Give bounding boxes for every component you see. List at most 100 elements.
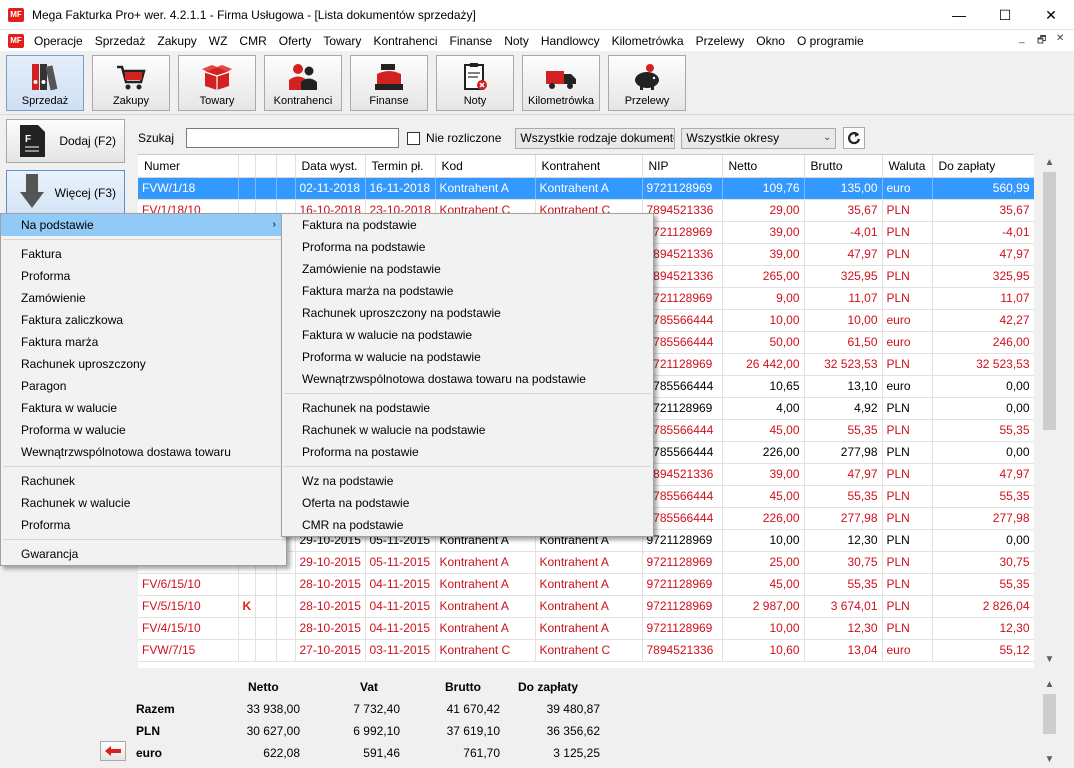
toolbar-towary-button[interactable]: Towary — [178, 55, 256, 111]
menu-towary[interactable]: Towary — [317, 34, 367, 48]
toolbar-noty-button[interactable]: Noty — [436, 55, 514, 111]
menu-item[interactable]: Wewnątrzwspólnotowa dostawa towaru — [1, 441, 286, 463]
menu-item[interactable]: Na podstawie › — [1, 214, 286, 236]
document-type-select[interactable]: Wszystkie rodzaje dokumentó ⌄ — [515, 127, 676, 149]
menu-operacje[interactable]: Operacje — [28, 34, 89, 48]
period-select[interactable]: Wszystkie okresy ⌄ — [681, 127, 837, 149]
menu-item[interactable]: Wewnątrzwspólnotowa dostawa towaru na po… — [282, 368, 653, 390]
toolbar-przelewy-button[interactable]: Przelewy — [608, 55, 686, 111]
menu-item[interactable]: Wz na podstawie — [282, 470, 653, 492]
cell-brutto: 55,35 — [804, 419, 883, 442]
table-row[interactable]: FV/6/15/10 28-10-2015 04-11-2015 Kontrahent… — [138, 573, 1034, 596]
mdi-minimize-button[interactable]: _ — [1019, 33, 1025, 44]
add-document-button[interactable]: F Dodaj (F2) — [6, 119, 125, 163]
scroll-up-icon[interactable]: ▲ — [1041, 676, 1058, 693]
scroll-thumb[interactable] — [1043, 694, 1056, 734]
table-row[interactable]: FV/4/15/10 28-10-2015 04-11-2015 Kontrahent… — [138, 617, 1034, 640]
scroll-up-icon[interactable]: ▲ — [1041, 154, 1058, 171]
menu-item[interactable]: Faktura — [1, 243, 286, 265]
menu-item[interactable]: Rachunek na podstawie — [282, 397, 653, 419]
menu-wz[interactable]: WZ — [203, 34, 234, 48]
menu-kilometrówka[interactable]: Kilometrówka — [606, 34, 690, 48]
back-button[interactable] — [100, 741, 126, 761]
cell-flag — [238, 177, 256, 200]
table-row[interactable]: FVW/7/15 27-10-2015 03-11-2015 Kontrahent C… — [138, 639, 1034, 662]
menu-item[interactable]: Paragon — [1, 375, 286, 397]
toolbar-sprzedaz-button[interactable]: Sprzedaż — [6, 55, 84, 111]
menu-item[interactable]: Proforma na postawie — [282, 441, 653, 463]
menu-przelewy[interactable]: Przelewy — [690, 34, 751, 48]
column-header[interactable]: Kod — [435, 155, 536, 178]
maximize-button[interactable]: ☐ — [982, 0, 1028, 30]
table-row[interactable]: FVW/1/18 02-11-2018 16-11-2018 Kontrahent A… — [138, 177, 1034, 200]
menu-item[interactable]: Rachunek uproszczony na podstawie — [282, 302, 653, 324]
mdi-restore-button[interactable]: 🗗 — [1037, 33, 1046, 50]
column-header[interactable]: Brutto — [804, 155, 883, 178]
menu-item[interactable]: Faktura marża — [1, 331, 286, 353]
column-header[interactable]: NIP — [642, 155, 723, 178]
mdi-close-button[interactable]: ✕ — [1056, 33, 1064, 44]
summary-vertical-scrollbar[interactable]: ▲ ▼ — [1041, 676, 1058, 768]
menu-zakupy[interactable]: Zakupy — [151, 34, 202, 48]
unsettled-checkbox[interactable] — [407, 131, 421, 145]
menu-item-label: Zamówienie — [21, 291, 86, 305]
menu-item[interactable]: Gwarancja — [1, 543, 286, 565]
menu-item[interactable]: Faktura w walucie na podstawie — [282, 324, 653, 346]
toolbar-kontrahenci-button[interactable]: Kontrahenci — [264, 55, 342, 111]
toolbar-zakupy-button[interactable]: Zakupy — [92, 55, 170, 111]
close-button[interactable]: ✕ — [1028, 0, 1074, 30]
menu-item[interactable]: Rachunek — [1, 470, 286, 492]
cell-dozap: 32 523,53 — [932, 353, 1034, 376]
menu-oferty[interactable]: Oferty — [273, 34, 318, 48]
menu-sprzedaż[interactable]: Sprzedaż — [89, 34, 152, 48]
menu-item[interactable]: Proforma w walucie — [1, 419, 286, 441]
menu-item[interactable]: Faktura zaliczkowa — [1, 309, 286, 331]
menu-item[interactable]: Zamówienie — [1, 287, 286, 309]
column-header[interactable] — [276, 155, 296, 178]
minimize-button[interactable]: — — [936, 0, 982, 30]
menu-finanse[interactable]: Finanse — [443, 34, 498, 48]
column-header[interactable]: Do zapłaty — [932, 155, 1034, 178]
column-header[interactable]: Termin pł. — [365, 155, 436, 178]
scroll-down-icon[interactable]: ▼ — [1041, 651, 1058, 668]
menu-o-programie[interactable]: O programie — [791, 34, 870, 48]
menu-item[interactable]: Oferta na podstawie — [282, 492, 653, 514]
menu-item[interactable]: Rachunek w walucie — [1, 492, 286, 514]
scroll-down-icon[interactable]: ▼ — [1041, 751, 1058, 768]
menu-item[interactable]: Proforma — [1, 514, 286, 536]
toolbar-kilometrowka-button[interactable]: Kilometrówka — [522, 55, 600, 111]
menu-noty[interactable]: Noty — [498, 34, 535, 48]
menu-okno[interactable]: Okno — [750, 34, 791, 48]
column-header[interactable]: Numer — [138, 155, 239, 178]
menu-item[interactable]: Faktura marża na podstawie — [282, 280, 653, 302]
grid-vertical-scrollbar[interactable]: ▲ ▼ — [1041, 154, 1058, 668]
menu-item[interactable]: Proforma w walucie na podstawie — [282, 346, 653, 368]
menu-item[interactable]: Faktura w walucie — [1, 397, 286, 419]
menu-item[interactable]: Rachunek uproszczony — [1, 353, 286, 375]
menu-item[interactable]: CMR na podstawie — [282, 514, 653, 536]
mdi-logo-icon[interactable]: MF — [8, 33, 24, 48]
menu-item[interactable]: Rachunek w walucie na podstawie — [282, 419, 653, 441]
menu-item[interactable]: Faktura na podstawie — [282, 214, 653, 236]
summary-brutto: 37 619,10 — [446, 724, 500, 738]
menu-item[interactable]: Proforma na podstawie — [282, 236, 653, 258]
toolbar-finanse-button[interactable]: Finanse — [350, 55, 428, 111]
refresh-button[interactable] — [843, 127, 866, 149]
menu-kontrahenci[interactable]: Kontrahenci — [367, 34, 443, 48]
menu-item[interactable]: Zamówienie na podstawie — [282, 258, 653, 280]
column-header[interactable]: Netto — [722, 155, 805, 178]
search-input[interactable] — [186, 128, 400, 148]
column-header[interactable] — [238, 155, 256, 178]
column-header[interactable]: Kontrahent — [535, 155, 643, 178]
menu-handlowcy[interactable]: Handlowcy — [535, 34, 606, 48]
scroll-thumb[interactable] — [1043, 172, 1056, 430]
menu-cmr[interactable]: CMR — [233, 34, 272, 48]
table-row[interactable]: FV/5/15/10 K 28-10-2015 04-11-2015 Kontrahen… — [138, 595, 1034, 618]
more-button[interactable]: Więcej (F3) — [6, 170, 125, 216]
column-header[interactable] — [255, 155, 277, 178]
column-header[interactable]: Data wyst. — [295, 155, 366, 178]
document-icon: F — [20, 125, 45, 157]
menu-item[interactable]: Proforma — [1, 265, 286, 287]
cell-nip: 9785566444 — [642, 441, 723, 464]
column-header[interactable]: Waluta — [882, 155, 933, 178]
